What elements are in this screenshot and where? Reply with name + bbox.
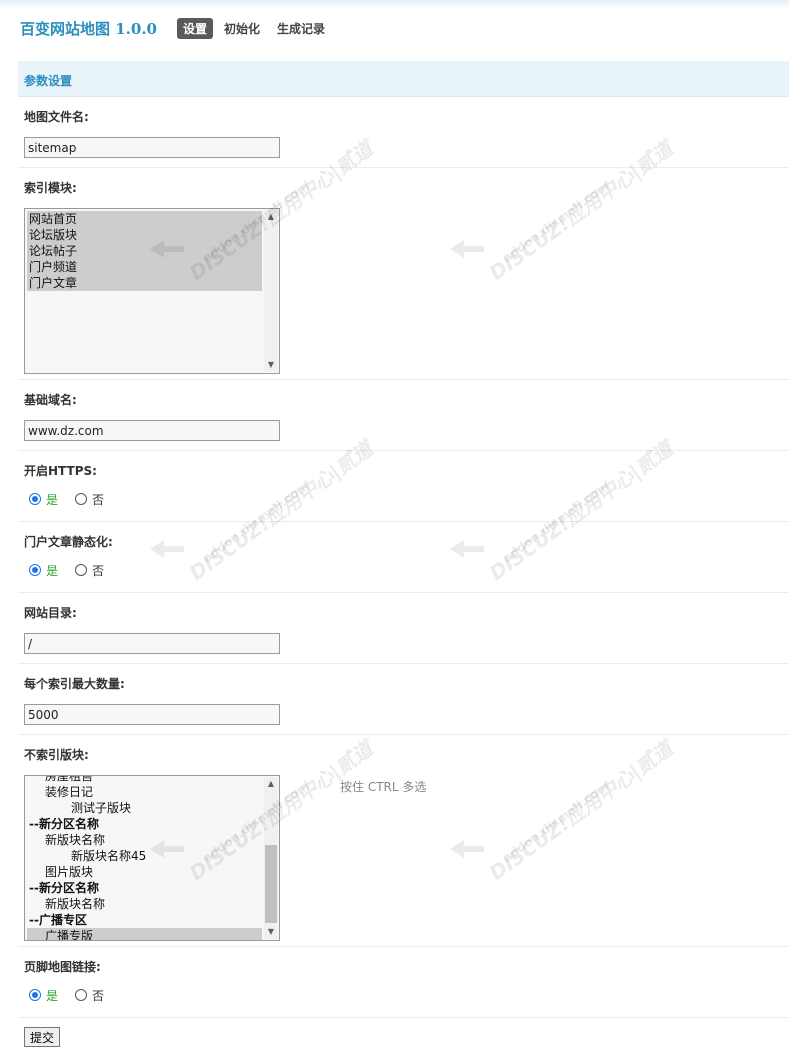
portal-static-no-label: 否 <box>92 563 105 578</box>
watermark-brand: DISCUZ!应用中心|贰道 <box>484 136 678 286</box>
watermark: DISCUZ!应用中心|贰道 addon.dismall.com <box>450 736 677 885</box>
tab-settings[interactable]: 设置 <box>176 17 213 39</box>
https-no-radio[interactable] <box>75 493 88 505</box>
footer-link-no-label: 否 <box>92 988 105 1003</box>
portal-static-yes-radio[interactable] <box>29 564 41 576</box>
list-option[interactable]: 门户频道 <box>27 259 262 275</box>
watermark-arrow-icon <box>450 540 484 558</box>
scrollbar-thumb[interactable] <box>265 845 277 923</box>
label-exclude-forums: 不索引版块: <box>24 748 89 762</box>
watermark-arrow-icon <box>450 840 484 858</box>
multi-select-hint: 按住 CTRL 多选 <box>340 780 427 794</box>
watermark-url: addon.dismall.com <box>500 178 612 266</box>
tab-init[interactable]: 初始化 <box>218 18 266 39</box>
portal-static-no-radio[interactable] <box>75 564 88 576</box>
label-max-per-index: 每个索引最大数量: <box>24 677 125 691</box>
watermark-arrow-icon <box>450 240 484 258</box>
list-option-group[interactable]: --新分区名称 <box>27 880 262 896</box>
divider <box>18 1017 789 1018</box>
list-option[interactable]: 新版块名称 <box>27 832 262 848</box>
base-domain-input[interactable] <box>24 420 280 441</box>
divider <box>18 734 789 735</box>
https-radio-group: 是 否 <box>29 491 104 507</box>
label-portal-static: 门户文章静态化: <box>24 535 113 549</box>
watermark-brand: DISCUZ!应用中心|贰道 <box>484 736 678 886</box>
sitemap-filename-input[interactable] <box>24 137 280 158</box>
top-shade <box>0 0 789 8</box>
tab-records[interactable]: 生成记录 <box>271 18 331 39</box>
scroll-down-arrow-icon[interactable]: ▼ <box>264 925 278 939</box>
list-option[interactable]: 房屋租售 <box>27 776 262 784</box>
label-index-modules: 索引模块: <box>24 181 77 195</box>
scroll-up-arrow-icon[interactable]: ▲ <box>264 210 278 224</box>
label-sitemap-filename: 地图文件名: <box>24 110 89 124</box>
portal-static-radio-group: 是 否 <box>29 562 104 578</box>
footer-link-yes-label: 是 <box>46 988 59 1003</box>
divider <box>18 946 789 947</box>
label-enable-https: 开启HTTPS: <box>24 464 97 478</box>
scrollbar[interactable]: ▲ ▼ <box>264 777 278 939</box>
label-site-dir: 网站目录: <box>24 606 77 620</box>
scrollbar[interactable]: ▲ ▼ <box>264 210 278 372</box>
footer-link-yes-radio[interactable] <box>29 989 41 1001</box>
max-per-index-input[interactable] <box>24 704 280 725</box>
watermark-brand: DISCUZ!应用中心|贰道 <box>184 436 378 586</box>
exclude-forums-listbox[interactable]: 房屋租售 装修日记 测试子版块 --新分区名称 新版块名称 新版块名称45 图片… <box>24 775 280 941</box>
divider <box>18 167 789 168</box>
section-header: 参数设置 <box>18 61 789 97</box>
header: 百变网站地图 1.0.0 设置 初始化 生成记录 <box>20 17 336 39</box>
list-option[interactable]: 新版块名称 <box>27 896 262 912</box>
list-option[interactable]: 网站首页 <box>27 211 262 227</box>
footer-link-radio-group: 是 否 <box>29 987 104 1003</box>
watermark-url: addon.dismall.com <box>200 478 312 566</box>
watermark-brand: DISCUZ!应用中心|贰道 <box>484 436 678 586</box>
label-footer-link: 页脚地图链接: <box>24 960 101 974</box>
divider <box>18 663 789 664</box>
list-option[interactable]: 装修日记 <box>27 784 262 800</box>
exclude-forums-options: 房屋租售 装修日记 测试子版块 --新分区名称 新版块名称 新版块名称45 图片… <box>27 776 262 940</box>
list-option[interactable]: 论坛版块 <box>27 227 262 243</box>
watermark-arrow-icon <box>150 540 184 558</box>
list-option[interactable]: 门户文章 <box>27 275 262 291</box>
scroll-down-arrow-icon[interactable]: ▼ <box>264 358 278 372</box>
divider <box>18 450 789 451</box>
index-modules-listbox[interactable]: 网站首页 论坛版块 论坛帖子 门户频道 门户文章 ▲ ▼ <box>24 208 280 374</box>
list-option[interactable]: 图片版块 <box>27 864 262 880</box>
watermark-url: addon.dismall.com <box>500 478 612 566</box>
footer-link-no-radio[interactable] <box>75 989 88 1001</box>
submit-button[interactable]: 提交 <box>24 1027 61 1047</box>
list-option-group[interactable]: --新分区名称 <box>27 816 262 832</box>
watermark-url: addon.dismall.com <box>500 778 612 866</box>
divider <box>18 592 789 593</box>
list-option[interactable]: 测试子版块 <box>27 800 262 816</box>
list-option[interactable]: 新版块名称45 <box>27 848 262 864</box>
scroll-up-arrow-icon[interactable]: ▲ <box>264 777 278 791</box>
list-option[interactable]: 广播专版 <box>27 928 262 940</box>
https-no-label: 否 <box>92 492 105 507</box>
watermark: DISCUZ!应用中心|贰道 addon.dismall.com <box>450 436 677 585</box>
divider <box>18 521 789 522</box>
section-title: 参数设置 <box>24 74 73 88</box>
app-title: 百变网站地图 1.0.0 <box>20 19 157 38</box>
https-yes-label: 是 <box>46 492 59 507</box>
site-dir-input[interactable] <box>24 633 280 654</box>
divider <box>18 379 789 380</box>
watermark: DISCUZ!应用中心|贰道 addon.dismall.com <box>450 136 677 285</box>
list-option-group[interactable]: --广播专区 <box>27 912 262 928</box>
index-modules-options: 网站首页 论坛版块 论坛帖子 门户频道 门户文章 <box>27 211 262 291</box>
https-yes-radio[interactable] <box>29 493 41 505</box>
list-option[interactable]: 论坛帖子 <box>27 243 262 259</box>
label-base-domain: 基础域名: <box>24 393 77 407</box>
watermark: DISCUZ!应用中心|贰道 addon.dismall.com <box>150 436 377 585</box>
portal-static-yes-label: 是 <box>46 563 59 578</box>
